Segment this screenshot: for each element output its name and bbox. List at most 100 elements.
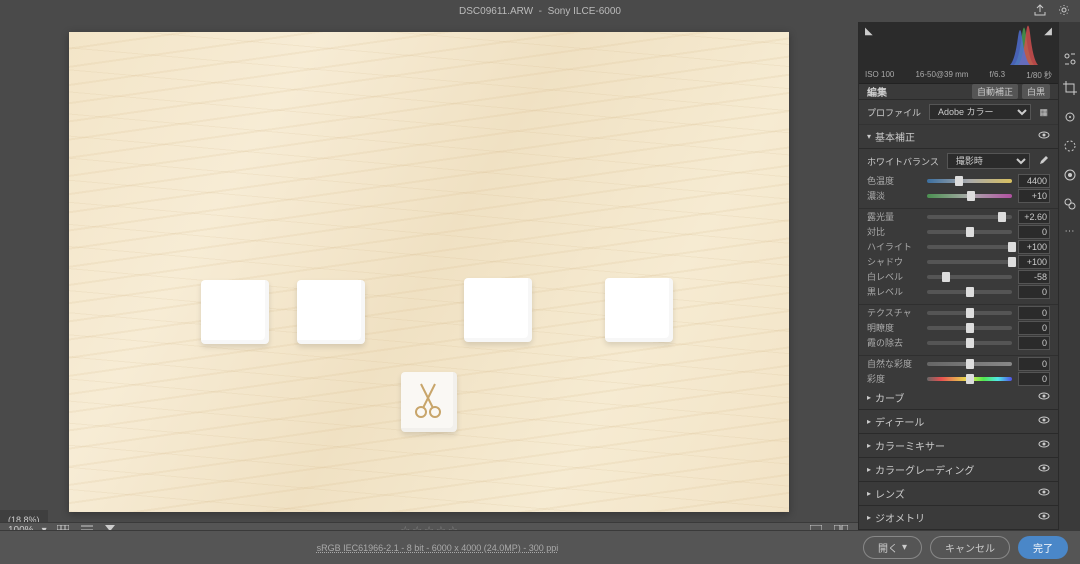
heal-tool-icon[interactable] <box>1063 110 1077 127</box>
eye-icon[interactable] <box>1038 464 1050 475</box>
title-bar: DSC09611.ARW - Sony ILCE-6000 <box>0 0 1080 22</box>
slider-thumb[interactable] <box>966 374 974 384</box>
slider-thumb[interactable] <box>966 323 974 333</box>
rating-stars[interactable]: ☆ ☆ ☆ ☆ ☆ <box>400 524 457 531</box>
slider-track[interactable] <box>927 326 1012 330</box>
star-icon[interactable]: ☆ <box>412 524 422 531</box>
slider-value[interactable]: 0 <box>1018 306 1050 320</box>
slider-track[interactable] <box>927 311 1012 315</box>
mask-tool-icon[interactable] <box>1063 139 1077 156</box>
image-info[interactable]: sRGB IEC61966-2.1 - 8 bit - 6000 x 4000 … <box>317 543 559 553</box>
slider-track[interactable] <box>927 341 1012 345</box>
slider-track[interactable] <box>927 215 1012 219</box>
chevron-down-icon[interactable]: ▾ <box>42 525 47 531</box>
star-icon[interactable]: ☆ <box>448 524 458 531</box>
bw-button[interactable]: 白黒 <box>1022 84 1050 99</box>
photo-preview[interactable] <box>69 32 789 512</box>
section-header[interactable]: ▸ディテール <box>859 410 1058 434</box>
eye-icon[interactable] <box>1038 131 1050 142</box>
preset-tool-icon[interactable] <box>1063 197 1077 214</box>
wb-select[interactable]: 撮影時 <box>947 153 1030 169</box>
grid-icon[interactable] <box>55 523 71 530</box>
slider-track[interactable] <box>927 362 1012 366</box>
slider-track[interactable] <box>927 290 1012 294</box>
basic-section-header[interactable]: ▾ 基本補正 <box>859 125 1058 149</box>
profile-browse-icon[interactable]: ▦ <box>1037 105 1050 120</box>
histogram[interactable]: ◣ ◢ ISO 100 16-50@39 mm f/6.3 1/80 秒 <box>859 22 1058 84</box>
chevron-right-icon: ▸ <box>867 489 871 498</box>
slider-value[interactable]: 0 <box>1018 285 1050 299</box>
slider-label: 彩度 <box>867 372 921 385</box>
section-title: カーブ <box>875 390 904 405</box>
slider-value[interactable]: 0 <box>1018 357 1050 371</box>
slider-value[interactable]: +100 <box>1018 255 1050 269</box>
crop-tool-icon[interactable] <box>1063 81 1077 98</box>
share-icon[interactable] <box>1034 4 1046 19</box>
eye-icon[interactable] <box>1038 512 1050 523</box>
slider-row: 露光量 +2.60 <box>859 209 1058 224</box>
slider-value[interactable]: +100 <box>1018 240 1050 254</box>
done-button[interactable]: 完了 <box>1018 536 1068 559</box>
gear-icon[interactable] <box>1058 4 1070 19</box>
slider-value[interactable]: 0 <box>1018 321 1050 335</box>
slider-thumb[interactable] <box>1008 242 1016 252</box>
more-tool-icon[interactable]: ⋯ <box>1065 226 1075 237</box>
eye-icon[interactable] <box>1038 488 1050 499</box>
redeye-tool-icon[interactable] <box>1063 168 1077 185</box>
slider-thumb[interactable] <box>966 338 974 348</box>
slider-value[interactable]: +2.60 <box>1018 210 1050 224</box>
slider-track[interactable] <box>927 245 1012 249</box>
slider-thumb[interactable] <box>967 191 975 201</box>
compare-view-icon[interactable] <box>832 523 850 530</box>
slider-thumb[interactable] <box>966 227 974 237</box>
slider-thumb[interactable] <box>966 359 974 369</box>
cancel-button[interactable]: キャンセル <box>930 536 1010 559</box>
auto-button[interactable]: 自動補正 <box>972 84 1018 99</box>
zoom-value[interactable]: 100% <box>8 525 34 531</box>
section-header[interactable]: ▸ジオメトリ <box>859 506 1058 530</box>
section-header[interactable]: ▸カラーミキサー <box>859 434 1058 458</box>
aperture-value: f/6.3 <box>990 70 1006 81</box>
eye-icon[interactable] <box>1038 416 1050 427</box>
star-icon[interactable]: ☆ <box>436 524 446 531</box>
slider-track[interactable] <box>927 260 1012 264</box>
slider-label: 色温度 <box>867 174 921 187</box>
slider-value[interactable]: 0 <box>1018 372 1050 386</box>
slider-value[interactable]: 4400 <box>1018 174 1050 188</box>
slider-row: 彩度 0 <box>859 371 1058 386</box>
slider-track[interactable] <box>927 377 1012 381</box>
section-header[interactable]: ▸レンズ <box>859 482 1058 506</box>
slider-thumb[interactable] <box>998 212 1006 222</box>
slider-value[interactable]: -58 <box>1018 270 1050 284</box>
slider-track[interactable] <box>927 275 1012 279</box>
slider-value[interactable]: +10 <box>1018 189 1050 203</box>
photo-object <box>297 280 365 344</box>
slider-track[interactable] <box>927 179 1012 183</box>
slider-row: 濃淡+10 <box>859 188 1058 203</box>
eye-icon[interactable] <box>1038 440 1050 451</box>
slider-thumb[interactable] <box>942 272 950 282</box>
edit-tool-icon[interactable] <box>1063 52 1077 69</box>
eyedropper-icon[interactable] <box>1036 154 1050 168</box>
open-button[interactable]: 開く ▾ <box>863 536 922 559</box>
slider-thumb[interactable] <box>955 176 963 186</box>
eye-icon[interactable] <box>1038 392 1050 403</box>
slider-thumb[interactable] <box>966 287 974 297</box>
slider-value[interactable]: 0 <box>1018 225 1050 239</box>
slider-track[interactable] <box>927 230 1012 234</box>
clip-shadow-icon[interactable]: ◣ <box>865 26 873 37</box>
slider-track[interactable] <box>927 194 1012 198</box>
slider-thumb[interactable] <box>966 308 974 318</box>
filter-icon[interactable] <box>103 523 117 530</box>
star-icon[interactable]: ☆ <box>424 524 434 531</box>
section-header[interactable]: ▸カーブ <box>859 386 1058 410</box>
single-view-icon[interactable] <box>808 523 824 530</box>
star-icon[interactable]: ☆ <box>400 524 410 531</box>
slider-thumb[interactable] <box>1008 257 1016 267</box>
slider-row: シャドウ+100 <box>859 254 1058 269</box>
section-header[interactable]: ▸カラーグレーディング <box>859 458 1058 482</box>
slider-label: 露光量 <box>867 210 921 223</box>
profile-select[interactable]: Adobe カラー <box>929 104 1031 120</box>
slider-value[interactable]: 0 <box>1018 336 1050 350</box>
list-icon[interactable] <box>79 523 95 530</box>
